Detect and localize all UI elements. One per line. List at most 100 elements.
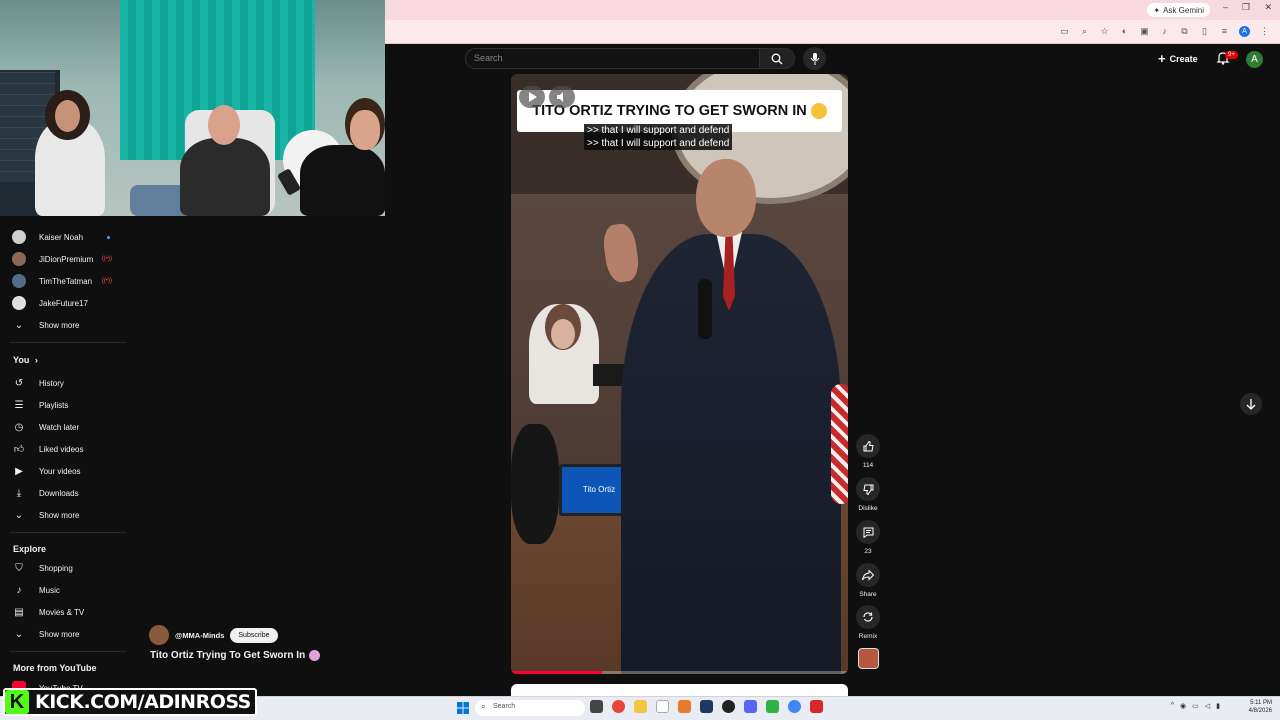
steam-icon[interactable] bbox=[700, 700, 713, 713]
live-icon: ((•)) bbox=[101, 256, 112, 262]
you-show-more[interactable]: ⌄ Show more bbox=[0, 504, 128, 526]
sidebar-item-watch-later[interactable]: ◷ Watch later bbox=[0, 416, 128, 438]
minimize-button[interactable]: – bbox=[1223, 2, 1228, 12]
next-short-preview[interactable] bbox=[511, 684, 848, 696]
next-video-button[interactable] bbox=[1240, 393, 1262, 415]
play-button[interactable] bbox=[519, 86, 545, 108]
task-view-icon[interactable] bbox=[590, 700, 603, 713]
sidebar-item-jakefuture17[interactable]: JakeFuture17 bbox=[0, 292, 128, 314]
browser-profile-avatar[interactable]: A bbox=[1239, 26, 1250, 37]
channel-name[interactable]: @MMA-Minds bbox=[175, 631, 224, 640]
you-heading[interactable]: You › bbox=[13, 355, 38, 365]
taskbar-search[interactable]: Search bbox=[475, 700, 585, 716]
chevron-up-icon[interactable]: ^ bbox=[1171, 702, 1174, 710]
channel-avatar bbox=[12, 296, 26, 310]
sidebar-item-jidionpremium[interactable]: JiDionPremium ((•)) bbox=[0, 248, 128, 270]
create-label: Create bbox=[1169, 53, 1198, 64]
sidebar-item-downloads[interactable]: ⤓ Downloads bbox=[0, 482, 128, 504]
clock[interactable]: 5:11 PM 4/8/2026 bbox=[1249, 699, 1272, 715]
extensions-puzzle-icon[interactable]: ⧉ bbox=[1179, 26, 1190, 37]
sidebar-item-movies-tv[interactable]: ▤ Movies & TV bbox=[0, 601, 128, 623]
live-icon: ((•)) bbox=[101, 278, 112, 284]
chrome-icon[interactable] bbox=[612, 700, 625, 713]
search-input[interactable]: Search bbox=[465, 48, 760, 69]
sidebar-icon[interactable]: ▯ bbox=[1199, 26, 1210, 37]
explore-show-more[interactable]: ⌄ Show more bbox=[0, 623, 128, 645]
discord-icon[interactable] bbox=[744, 700, 757, 713]
video-progress-bar[interactable] bbox=[511, 671, 848, 674]
remix-button[interactable] bbox=[856, 605, 880, 629]
volume-icon[interactable]: ◁ bbox=[1205, 702, 1210, 710]
create-button[interactable]: + Create bbox=[1158, 51, 1198, 66]
subscriptions-show-more[interactable]: ⌄ Show more bbox=[0, 314, 128, 336]
more-options-button[interactable]: ⋮ bbox=[789, 86, 807, 108]
green-app-icon[interactable] bbox=[766, 700, 779, 713]
more-menu-icon[interactable]: ⋮ bbox=[1259, 26, 1270, 37]
bookmark-star-icon[interactable]: ☆ bbox=[1099, 26, 1110, 37]
captions-button[interactable]: CC bbox=[763, 86, 785, 108]
close-window-button[interactable]: ✕ bbox=[1264, 2, 1272, 13]
file-explorer-icon[interactable] bbox=[634, 700, 647, 713]
battery-icon[interactable]: ▮ bbox=[1216, 702, 1220, 710]
sound-thumbnail[interactable] bbox=[858, 648, 879, 669]
ask-gemini-button[interactable]: ✦ Ask Gemini bbox=[1147, 3, 1210, 17]
sidebar-item-label: Shopping bbox=[39, 563, 73, 573]
sidebar-item-music[interactable]: ♪ Music bbox=[0, 579, 128, 601]
playlists-icon: ☰ bbox=[14, 399, 24, 411]
mute-button[interactable] bbox=[549, 86, 575, 108]
caption-line: >> that I will support and defend bbox=[584, 124, 733, 137]
kick-logo-icon: K bbox=[5, 690, 29, 714]
read-aloud-icon[interactable]: ♪ bbox=[1159, 26, 1170, 37]
account-avatar[interactable]: A bbox=[1246, 51, 1263, 68]
sidebar-item-label: Downloads bbox=[39, 488, 79, 498]
zoom-icon[interactable]: ⌕ bbox=[1079, 26, 1090, 37]
windows-start-icon[interactable] bbox=[457, 701, 469, 714]
favorites-icon[interactable]: ≡ bbox=[1219, 26, 1230, 37]
divider bbox=[10, 532, 126, 533]
sidebar-item-history[interactable]: ↺ History bbox=[0, 372, 128, 394]
share-icon bbox=[862, 569, 874, 581]
search-button[interactable] bbox=[760, 48, 795, 69]
tray-app-icon[interactable]: ◉ bbox=[1180, 702, 1186, 710]
clock-icon: ◷ bbox=[14, 421, 24, 433]
emoji-icon bbox=[309, 650, 321, 661]
microphone-icon bbox=[810, 52, 819, 65]
comment-icon bbox=[863, 527, 873, 538]
sidebar-item-playlists[interactable]: ☰ Playlists bbox=[0, 394, 128, 416]
app-icon[interactable] bbox=[678, 700, 691, 713]
cast-icon[interactable]: ▭ bbox=[1059, 26, 1070, 37]
extension-blue-icon[interactable]: ▣ bbox=[1139, 26, 1150, 37]
like-button[interactable] bbox=[856, 434, 880, 458]
subscribe-button[interactable]: Subscribe bbox=[230, 627, 278, 643]
maximize-button[interactable]: ❐ bbox=[1242, 2, 1250, 13]
dislike-button[interactable] bbox=[856, 477, 880, 501]
channel-avatar bbox=[12, 274, 26, 288]
browser-icon[interactable] bbox=[788, 700, 801, 713]
notepad-icon[interactable] bbox=[656, 700, 669, 713]
sidebar-item-label: Movies & TV bbox=[39, 607, 85, 617]
short-title[interactable]: Tito Ortiz Trying To Get Sworn In bbox=[150, 650, 321, 661]
share-button[interactable] bbox=[856, 563, 880, 587]
obs-icon[interactable] bbox=[722, 700, 735, 713]
voice-search-button[interactable] bbox=[803, 47, 826, 70]
dislike-label: Dislike bbox=[858, 505, 878, 512]
channel-avatar bbox=[12, 252, 26, 266]
download-icon: ⤓ bbox=[16, 487, 22, 499]
sidebar-item-your-videos[interactable]: ▶ Your videos bbox=[0, 460, 128, 482]
red-app-icon[interactable] bbox=[810, 700, 823, 713]
chevron-right-icon: › bbox=[34, 355, 38, 365]
network-icon[interactable]: ▭ bbox=[1192, 702, 1199, 710]
sidebar-item-timthetatman[interactable]: TimTheTatman ((•)) bbox=[0, 270, 128, 292]
sidebar-item-shopping[interactable]: ⛉ Shopping bbox=[0, 557, 128, 579]
sidebar-item-liked-videos[interactable]: 👍︎ Liked videos bbox=[0, 438, 128, 460]
sidebar-item-kaiser-noah[interactable]: Kaiser Noah bbox=[0, 226, 128, 248]
shorts-player[interactable]: Tito Ortiz TITO ORTIZ TRYING TO GET SWOR… bbox=[511, 74, 848, 674]
channel-avatar[interactable] bbox=[149, 625, 169, 645]
fullscreen-button[interactable]: ⛶ bbox=[813, 86, 833, 108]
chevron-down-icon: ⌄ bbox=[14, 319, 24, 331]
sidebar-item-label: Watch later bbox=[39, 422, 80, 432]
cc-icon: CC bbox=[766, 92, 782, 102]
extension-icon[interactable]: ◐ bbox=[1119, 26, 1130, 37]
explore-heading: Explore bbox=[13, 544, 47, 554]
comments-button[interactable] bbox=[856, 520, 880, 544]
